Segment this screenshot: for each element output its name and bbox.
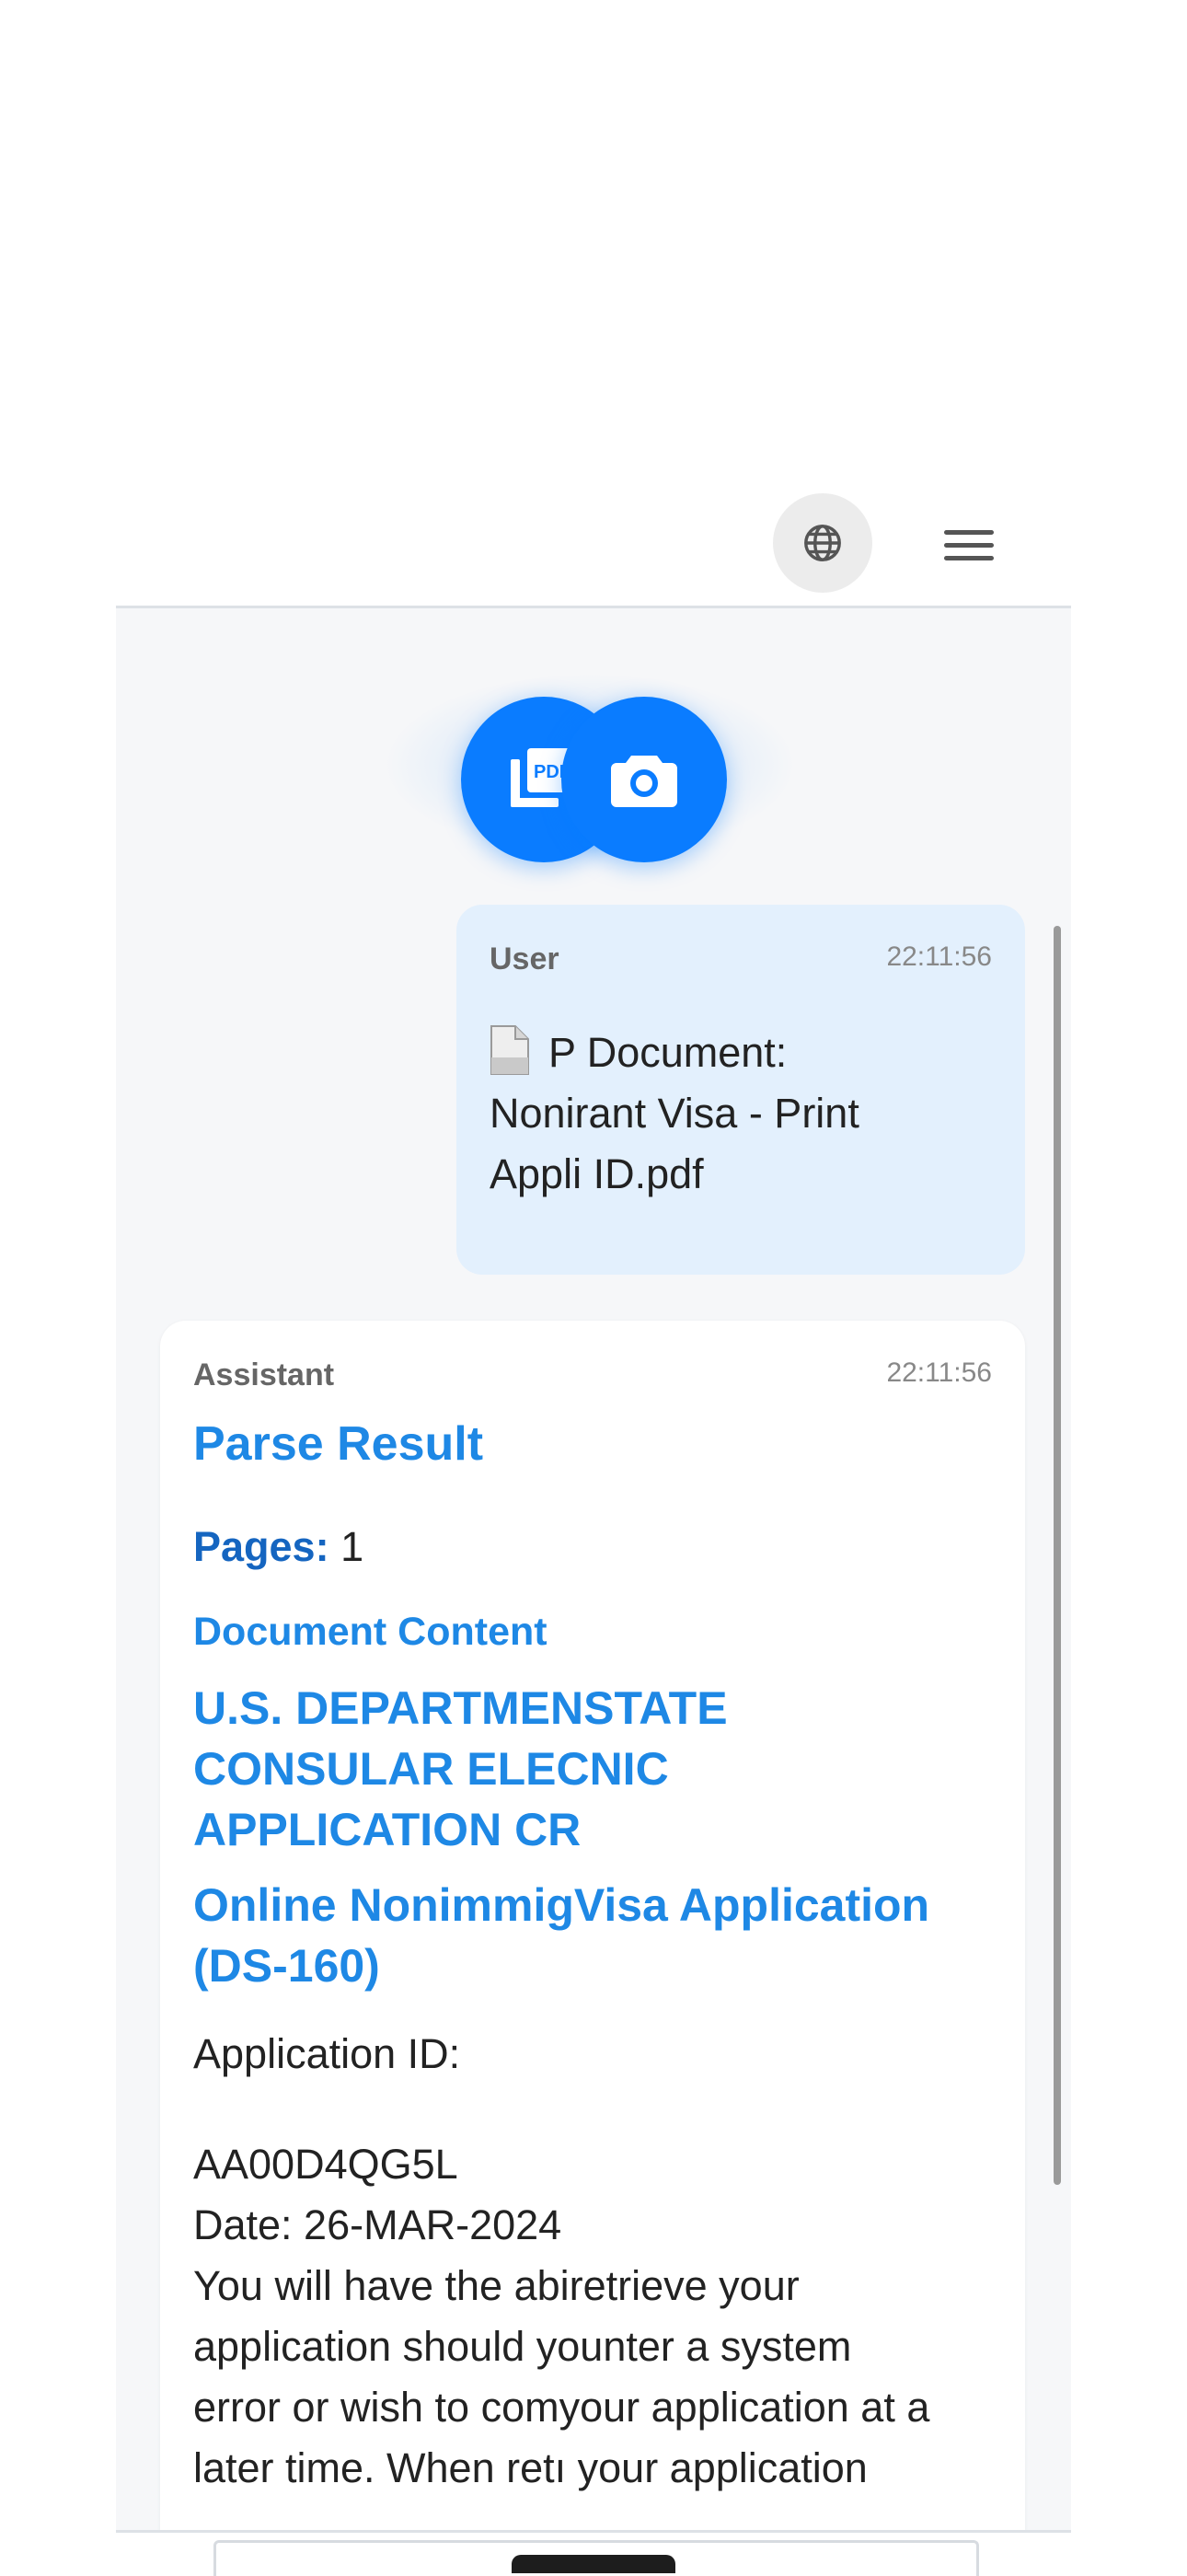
menu-button[interactable] xyxy=(940,525,996,565)
paragraph-line: error or wish to comyour application at … xyxy=(193,2384,930,2431)
paragraph-line: You will have the abiretrieve your xyxy=(193,2262,800,2309)
user-message: User 22:11:56 P Document: Nonirant Visa … xyxy=(456,905,1025,1275)
app: PDF User 22:11:56 P Document: Nonirant V… xyxy=(116,0,1071,2576)
pages-value: 1 xyxy=(340,1523,364,1570)
application-id-label: Application ID: xyxy=(193,2030,461,2077)
hamburger-menu-icon xyxy=(944,530,994,535)
message-sender: Assistant xyxy=(193,1357,335,1392)
header xyxy=(116,0,1071,608)
heading-line: Online NonimmigVisa Application xyxy=(193,1879,930,1931)
file-name-line: Appli ID.pdf xyxy=(490,1150,704,1197)
globe-icon xyxy=(804,525,841,561)
chat-area[interactable]: PDF User 22:11:56 P Document: Nonirant V… xyxy=(116,608,1071,2530)
menu-bar xyxy=(944,556,994,560)
parse-result-title: Parse Result xyxy=(193,1417,484,1471)
application-id-value: AA00D4QG5L xyxy=(193,2141,458,2188)
document-heading: U.S. DEPARTMENSTATE CONSULAR ELECNIC APP… xyxy=(193,1678,728,1860)
message-sender: User xyxy=(490,941,559,976)
assistant-message: Assistant 22:11:56 Parse Result Pages: 1… xyxy=(160,1321,1025,2530)
file-name-line: P Document: xyxy=(548,1029,788,1076)
upload-buttons: PDF xyxy=(116,608,1071,862)
send-button[interactable] xyxy=(512,2555,675,2573)
document-content-title: Document Content xyxy=(193,1610,547,1654)
uploaded-file[interactable]: P Document: Nonirant Visa - Print Appli … xyxy=(490,1022,1005,1205)
language-button[interactable] xyxy=(773,493,872,593)
application-date: Date: 26-MAR-2024 xyxy=(193,2201,562,2248)
message-time: 22:11:56 xyxy=(886,1357,992,1388)
document-body: AA00D4QG5L Date: 26-MAR-2024 You will ha… xyxy=(193,2134,1003,2499)
paragraph-line: later time. When retı your application xyxy=(193,2444,868,2491)
pages-label: Pages: xyxy=(193,1523,329,1570)
camera-button[interactable] xyxy=(561,697,727,862)
pages-row: Pages: 1 xyxy=(193,1523,363,1571)
heading-line: (DS-160) xyxy=(193,1940,380,1992)
document-icon xyxy=(490,1024,530,1076)
camera-icon xyxy=(611,756,677,807)
scrollbar[interactable] xyxy=(1054,926,1061,2185)
menu-bar xyxy=(944,543,994,548)
file-name-line: Nonirant Visa - Print xyxy=(490,1090,859,1137)
heading-line: U.S. DEPARTMENSTATE xyxy=(193,1682,728,1734)
message-time: 22:11:56 xyxy=(886,941,992,972)
heading-line: CONSULAR ELECNIC xyxy=(193,1743,669,1795)
document-subheading: Online NonimmigVisa Application (DS-160) xyxy=(193,1875,929,1996)
paragraph-line: application should younter a system xyxy=(193,2323,852,2370)
heading-line: APPLICATION CR xyxy=(193,1804,582,1855)
